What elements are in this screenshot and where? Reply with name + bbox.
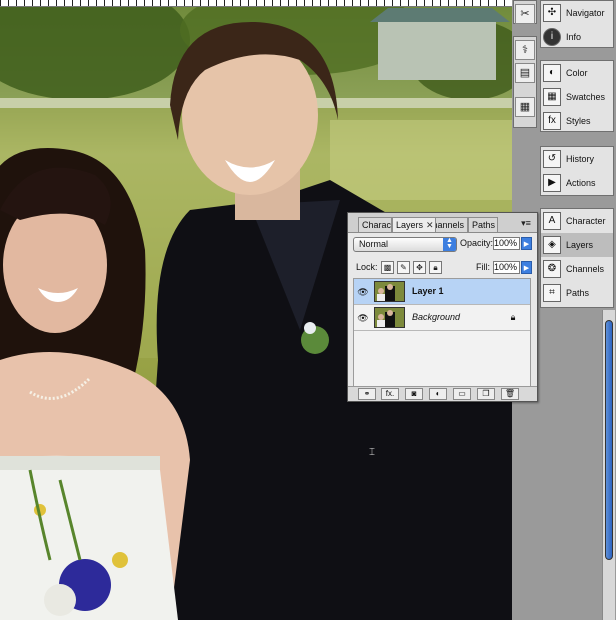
tab-channels[interactable]: Channels [435, 217, 468, 232]
opacity-field[interactable]: 100% [493, 237, 520, 250]
lock-image-icon[interactable]: ✎ [397, 261, 410, 274]
vertical-scrollbar[interactable] [602, 310, 615, 620]
dock-item-label: Swatches [566, 92, 606, 102]
dock-group-color: ◐ Color ▦ Swatches fx Styles [540, 60, 614, 132]
delete-layer-icon[interactable]: 🗑︎ [501, 388, 519, 400]
dock-item-label: Layers [566, 240, 594, 250]
dock-item-swatches[interactable]: ▦ Swatches [541, 85, 613, 109]
dock-item-label: Info [566, 32, 582, 42]
dock-item-actions[interactable]: ▶ Actions [541, 171, 613, 195]
palette-menu-icon[interactable]: ▾≡ [520, 217, 532, 229]
color-icon: ◐ [543, 64, 561, 82]
top-ruler [0, 0, 570, 7]
layer-style-fx-icon[interactable]: fx. [381, 388, 399, 400]
dock-group-navigator: ✣ Navigator i Info [540, 0, 614, 48]
dock-item-label: Channels [566, 264, 605, 274]
fill-slider-arrow-icon[interactable]: ▶ [521, 261, 532, 274]
dock-item-styles[interactable]: fx Styles [541, 109, 613, 133]
link-layers-icon[interactable]: ⚭ [358, 388, 376, 400]
dock-item-label: Character [566, 216, 606, 226]
dock-item-layers[interactable]: ◈ Layers [541, 233, 613, 257]
navigator-icon: ✣ [543, 4, 561, 22]
opacity-slider-arrow-icon[interactable]: ▶ [521, 237, 532, 250]
adjustment-layer-icon[interactable]: ◐ [429, 388, 447, 400]
dock-group-layers: A Character ◈ Layers ❂ Channels ⌗ Paths [540, 208, 614, 308]
fill-label: Fill: [476, 262, 490, 272]
history-icon: ↺ [543, 150, 561, 168]
lock-label: Lock: [356, 262, 378, 272]
dock-item-color[interactable]: ◐ Color [541, 61, 613, 85]
new-layer-icon[interactable]: ❐ [477, 388, 495, 400]
lock-icon: 🔒︎ [510, 312, 516, 322]
palette-footer: ⚭ fx. ◙ ◐ ▭ ❐ 🗑︎ [348, 386, 537, 401]
layer-row-background[interactable]: 👁︎ Background 🔒︎ [354, 305, 530, 331]
lock-transparency-icon[interactable]: ▩ [381, 261, 394, 274]
tool-presets-icon[interactable]: ✂ [515, 4, 535, 24]
paths-icon: ⌗ [543, 284, 561, 302]
layer-thumbnail [374, 281, 405, 302]
channels-icon: ❂ [543, 260, 561, 278]
dock-item-label: Navigator [566, 8, 605, 18]
select-arrows-icon: ▲ ▼ [443, 237, 456, 251]
swatches-icon: ▦ [543, 88, 561, 106]
layers-palette: Characte Layers✕ Channels Paths ▾≡ Norma… [347, 212, 538, 402]
styles-icon: fx [543, 112, 561, 130]
tab-label: Channels [436, 220, 464, 230]
layer-list: 👁︎ Layer 1 👁︎ Background 🔒︎ [353, 278, 531, 392]
dock-item-label: Color [566, 68, 588, 78]
lock-all-icon[interactable]: 🔒︎ [429, 261, 442, 274]
text-cursor-icon: ⌶ [369, 447, 375, 458]
fill-field[interactable]: 100% [493, 261, 520, 274]
palette-tab-bar: Characte Layers✕ Channels Paths ▾≡ [348, 213, 537, 233]
dock-item-info[interactable]: i Info [541, 25, 613, 49]
dock-item-label: History [566, 154, 595, 164]
info-icon: i [543, 28, 561, 46]
layer-comps-icon[interactable]: ▦ [515, 97, 535, 117]
layer-thumbnail [374, 307, 405, 328]
new-group-icon[interactable]: ▭ [453, 388, 471, 400]
tool-strip-middle: ⚕ ▤ ▦ [513, 36, 537, 128]
eye-icon[interactable]: 👁︎ [357, 312, 369, 324]
tool-strip-top: ✂ [513, 0, 537, 24]
scrollbar-thumb[interactable] [605, 320, 613, 560]
dock-item-label: Styles [566, 116, 591, 126]
brushes-icon[interactable]: ⚕ [515, 40, 535, 60]
layer-name[interactable]: Background [412, 312, 460, 322]
blend-mode-value: Normal [359, 239, 389, 249]
layer-row-layer-1[interactable]: 👁︎ Layer 1 [354, 279, 530, 305]
dock-item-label: Actions [566, 178, 596, 188]
dock-item-paths[interactable]: ⌗ Paths [541, 281, 613, 305]
tab-label: Layers [396, 220, 424, 230]
layer-name[interactable]: Layer 1 [412, 286, 444, 296]
dock-item-character[interactable]: A Character [541, 209, 613, 233]
dock-item-navigator[interactable]: ✣ Navigator [541, 1, 613, 25]
layers-icon: ◈ [543, 236, 561, 254]
dock-item-channels[interactable]: ❂ Channels [541, 257, 613, 281]
eye-icon[interactable]: 👁︎ [357, 286, 369, 298]
tab-character[interactable]: Characte [358, 217, 392, 232]
dock-item-history[interactable]: ↺ History [541, 147, 613, 171]
clone-source-icon[interactable]: ▤ [515, 63, 535, 83]
dock-item-label: Paths [566, 288, 590, 298]
tab-label: Paths [472, 220, 496, 230]
character-icon: A [543, 212, 561, 230]
blend-mode-select[interactable]: Normal ▲ ▼ [353, 237, 457, 252]
opacity-label: Opacity: [460, 238, 494, 248]
tab-layers[interactable]: Layers ✕ [392, 217, 436, 232]
dock-group-history: ↺ History ▶ Actions [540, 146, 614, 196]
tab-paths[interactable]: Paths [468, 217, 498, 232]
actions-icon: ▶ [543, 174, 561, 192]
tab-label: Characte [362, 220, 392, 230]
lock-position-icon[interactable]: ✥ [413, 261, 426, 274]
close-icon[interactable]: ✕ [426, 218, 434, 232]
add-mask-icon[interactable]: ◙ [405, 388, 423, 400]
